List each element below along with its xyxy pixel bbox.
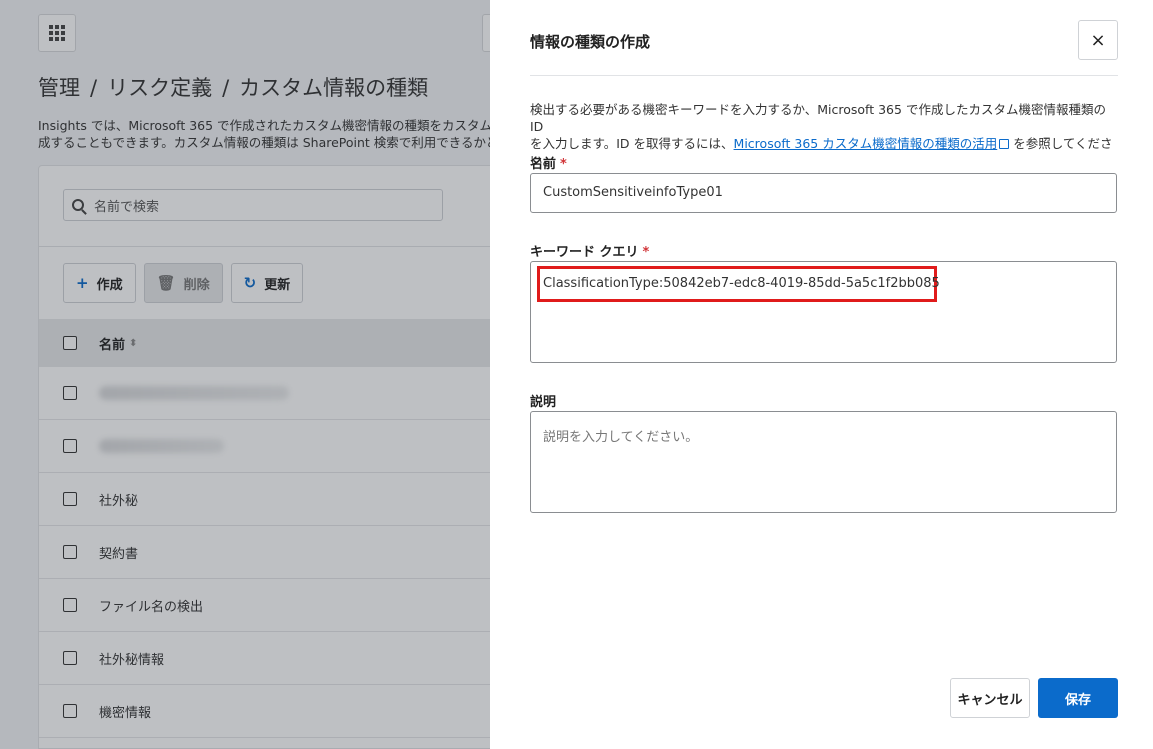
save-button[interactable]: 保存 bbox=[1038, 678, 1118, 718]
close-button[interactable]: × bbox=[1078, 20, 1118, 60]
cancel-button[interactable]: キャンセル bbox=[950, 678, 1030, 718]
query-value: ClassificationType:50842eb7-edc8-4019-85… bbox=[543, 276, 940, 291]
panel-title: 情報の種類の作成 bbox=[530, 33, 651, 51]
create-info-type-panel: 情報の種類の作成 × 検出する必要がある機密キーワードを入力するか、Micros… bbox=[490, 0, 1153, 749]
panel-description: 検出する必要がある機密キーワードを入力するか、Microsoft 365 で作成… bbox=[530, 101, 1120, 169]
notes-label: 説明 bbox=[530, 395, 557, 410]
required-mark: * bbox=[642, 245, 650, 260]
modal-overlay[interactable] bbox=[0, 0, 490, 749]
external-link-icon bbox=[999, 139, 1010, 149]
close-icon: × bbox=[1090, 29, 1106, 51]
description-placeholder: 説明を入力してください。 bbox=[543, 430, 699, 445]
description-text: を入力します。ID を取得するには、 bbox=[530, 136, 734, 151]
name-field[interactable]: CustomSensitiveinfoType01 bbox=[530, 173, 1117, 213]
keyword-query-field[interactable]: ClassificationType:50842eb7-edc8-4019-85… bbox=[530, 261, 1117, 363]
query-label: キーワード クエリ * bbox=[530, 245, 650, 260]
required-mark: * bbox=[560, 157, 567, 172]
description-field[interactable]: 説明を入力してください。 bbox=[530, 411, 1117, 513]
description-line: 検出する必要がある機密キーワードを入力するか、Microsoft 365 で作成… bbox=[530, 102, 1106, 134]
divider bbox=[530, 75, 1118, 76]
name-value: CustomSensitiveinfoType01 bbox=[543, 185, 723, 200]
help-link[interactable]: Microsoft 365 カスタム機密情報の種類の活用 bbox=[734, 136, 998, 151]
description-line: を入力します。ID を取得するには、Microsoft 365 カスタム機密情報… bbox=[530, 135, 1120, 169]
name-label: 名前 * bbox=[530, 157, 567, 172]
